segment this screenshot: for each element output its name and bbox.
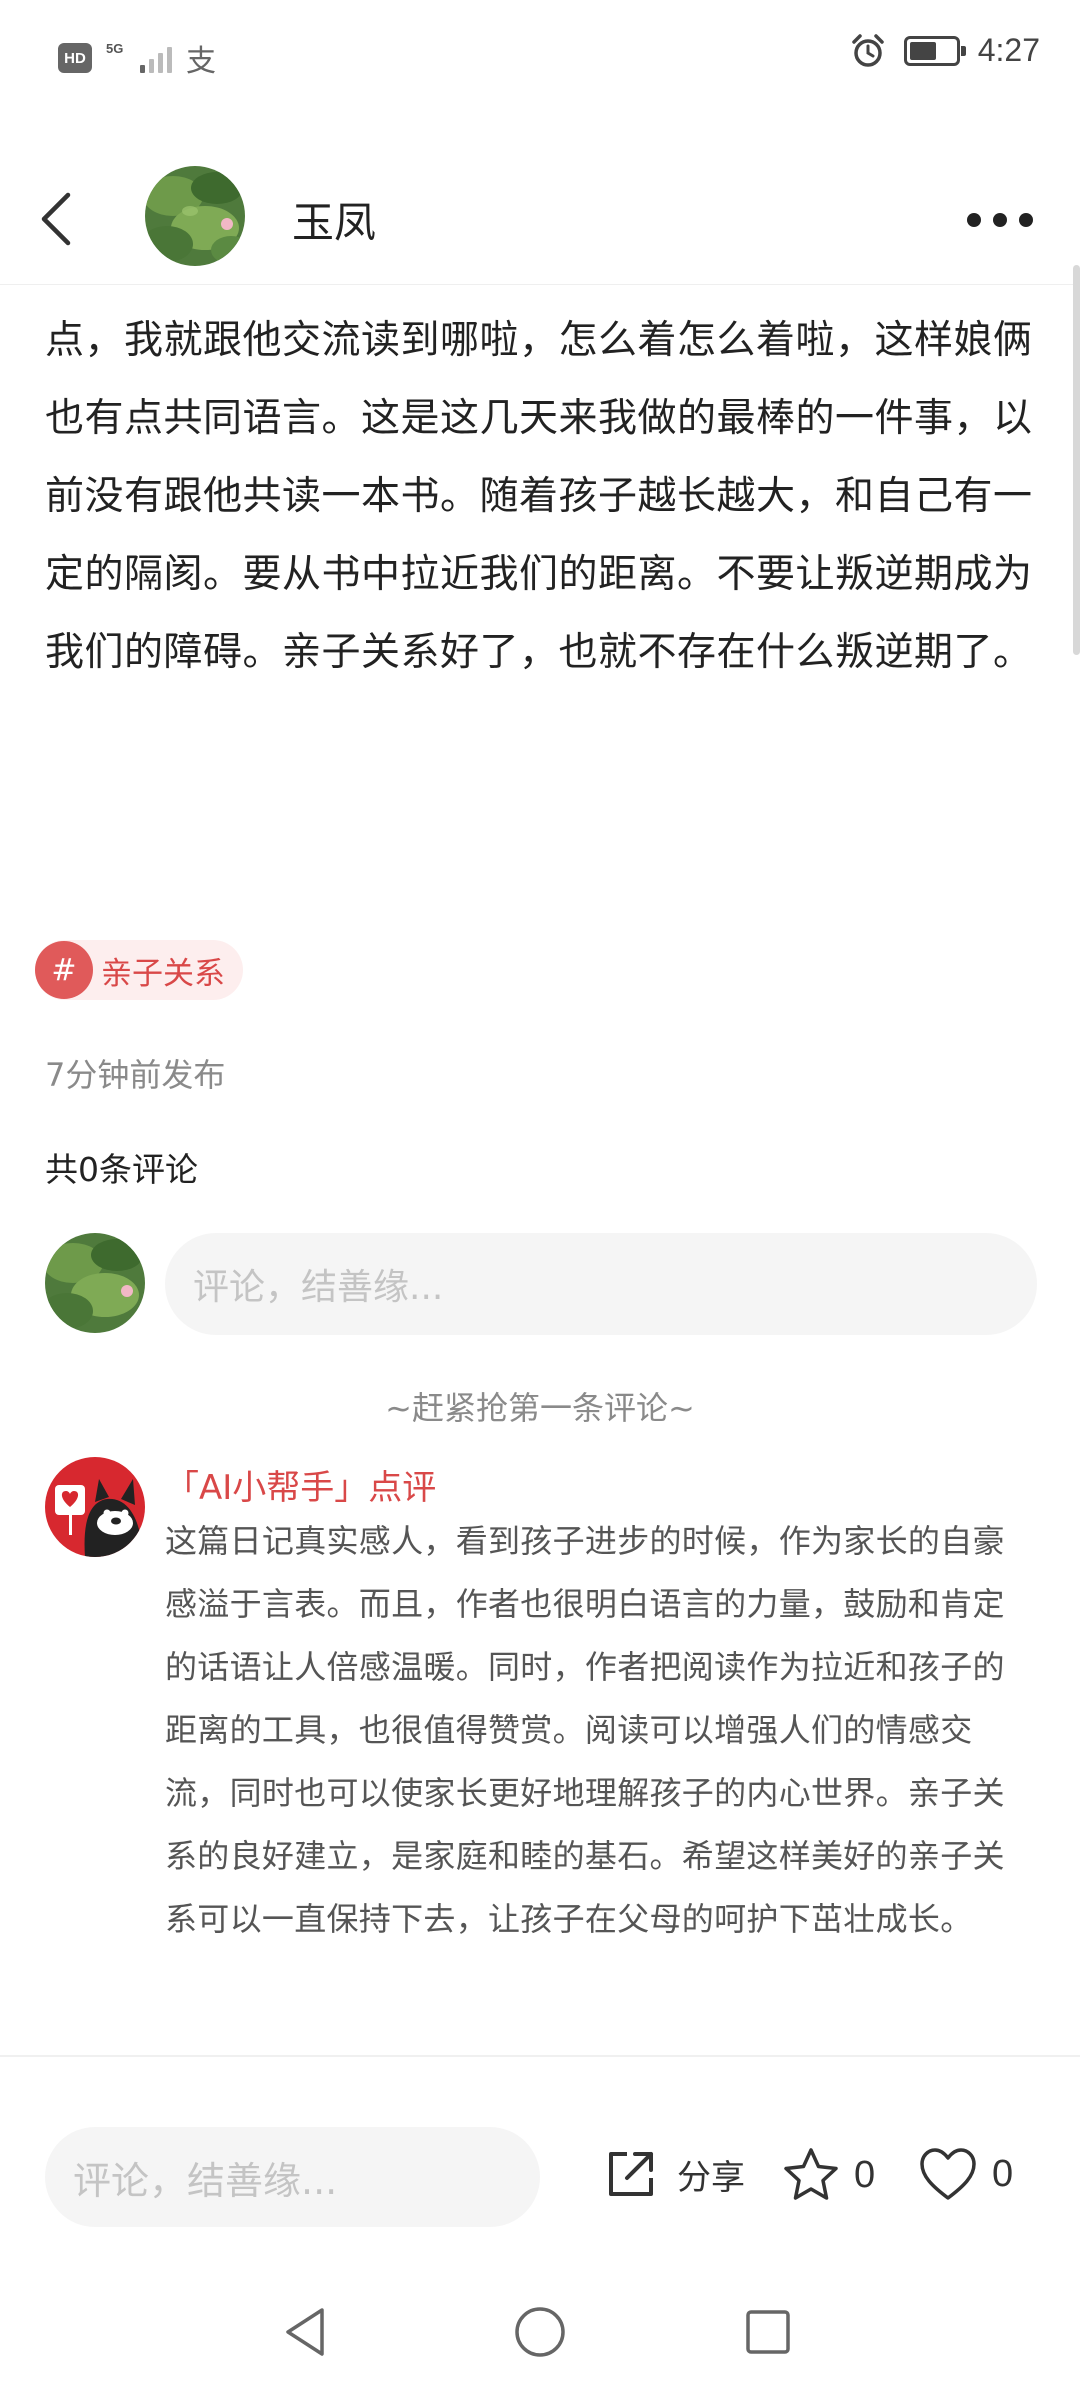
circle-home-icon <box>515 2307 565 2357</box>
share-label: 分享 <box>677 2157 745 2198</box>
bottom-comment-input[interactable]: 评论，结善缘... <box>45 2127 540 2227</box>
square-recents-icon <box>746 2310 790 2354</box>
system-nav-bar <box>0 2280 1080 2388</box>
ai-review-text: 这篇日记真实感人，看到孩子进步的时候，作为家长的自豪感溢于言表。而且，作者也很明… <box>165 1522 1005 1938</box>
battery-icon <box>903 35 966 66</box>
post-header: 玉凤 <box>0 155 1080 285</box>
publish-time: 7分钟前发布 <box>45 1056 226 1094</box>
status-right: 4:27 <box>850 32 1040 69</box>
author-name[interactable]: 玉凤 <box>292 189 376 250</box>
ai-review-title: 「AI小帮手」点评 <box>165 1468 437 1508</box>
share-icon <box>609 2152 653 2196</box>
lotus-leaves-image <box>145 166 245 266</box>
share-button[interactable]: 分享 <box>605 2148 745 2200</box>
nav-home-button[interactable] <box>512 2304 568 2364</box>
divider <box>0 2055 1080 2057</box>
more-dots-icon <box>967 213 981 227</box>
battery-level <box>909 41 936 60</box>
hash-icon: # <box>35 941 93 999</box>
topic-tag-label: 亲子关系 <box>101 955 225 992</box>
empty-comments-hint: ~赶紧抢第一条评论~ <box>385 1389 695 1427</box>
status-left: HD 5G 支 <box>58 36 216 80</box>
dog-mascot-icon <box>45 1457 145 1557</box>
favorite-button[interactable]: 0 <box>782 2146 875 2204</box>
author-avatar[interactable] <box>145 166 245 266</box>
comment-count: 共0条评论 <box>45 1150 198 1189</box>
heart-icon <box>920 2148 976 2200</box>
user-avatar <box>45 1233 145 1333</box>
hd-badge: HD <box>58 43 92 73</box>
comment-input[interactable]: 评论，结善缘... <box>165 1233 1037 1335</box>
lotus-leaves-image <box>45 1233 145 1333</box>
alarm-icon <box>850 33 886 69</box>
back-button[interactable] <box>30 181 90 257</box>
scrollbar[interactable] <box>1073 265 1080 655</box>
star-icon <box>784 2148 838 2200</box>
like-button[interactable]: 0 <box>918 2146 1013 2202</box>
network-type-label: 5G <box>106 41 124 56</box>
signal-icon: 5G <box>106 41 172 73</box>
like-count: 0 <box>992 2152 1014 2195</box>
topic-tag[interactable]: # 亲子关系 <box>35 940 243 1000</box>
nav-recents-button[interactable] <box>740 2304 796 2364</box>
triangle-back-icon <box>286 2308 324 2356</box>
ai-assistant-avatar <box>45 1457 145 1557</box>
status-bar: HD 5G 支 4:27 <box>0 0 1080 110</box>
article-body: 点，我就跟他交流读到哪啦，怎么着怎么着啦，这样娘俩也有点共同语言。这是这几天来我… <box>45 318 1033 675</box>
alipay-icon: 支 <box>186 44 216 79</box>
chevron-left-icon <box>41 192 71 246</box>
more-button[interactable] <box>950 185 1050 255</box>
clock: 4:27 <box>977 32 1040 68</box>
favorite-count: 0 <box>854 2153 876 2196</box>
nav-back-button[interactable] <box>280 2304 330 2364</box>
